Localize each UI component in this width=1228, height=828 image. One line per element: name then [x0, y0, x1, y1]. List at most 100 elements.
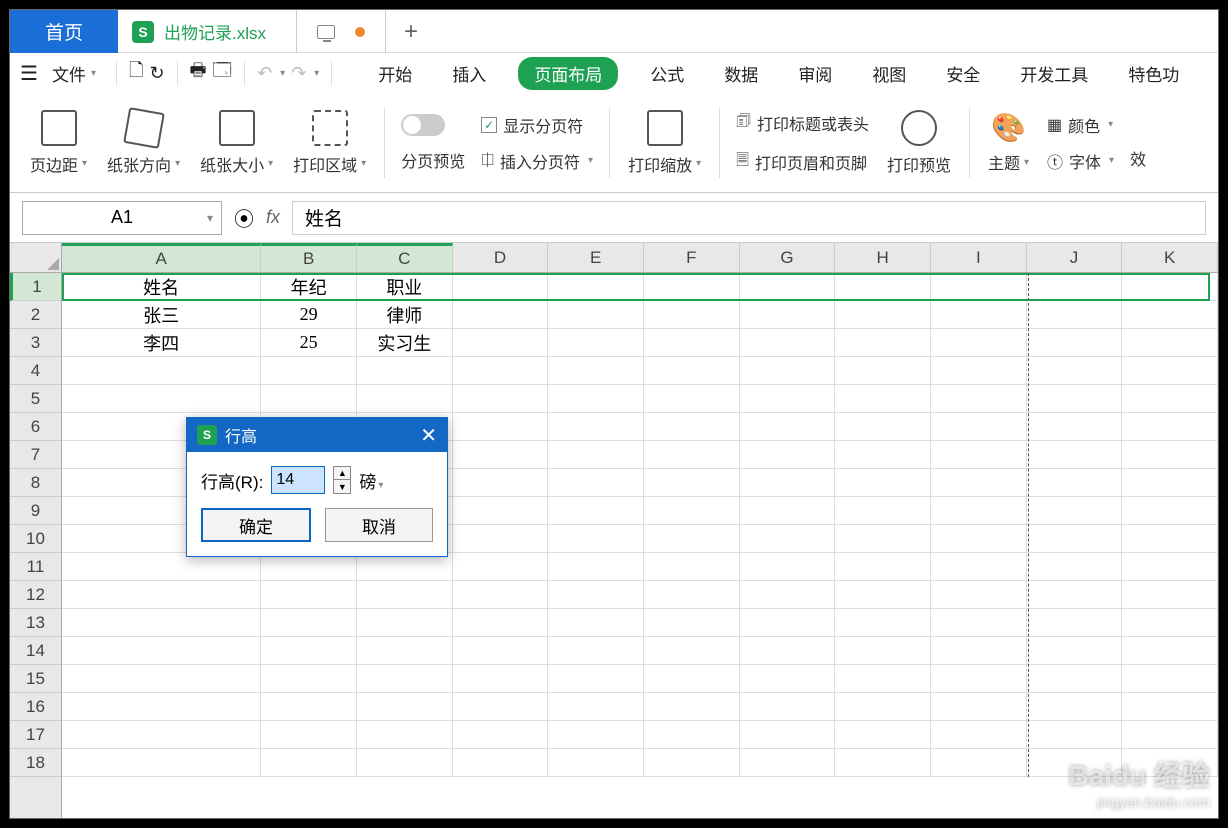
cell[interactable]: 25 [261, 329, 357, 357]
ribbon-orientation[interactable]: 纸张方向▾ [97, 98, 190, 188]
cell[interactable] [453, 721, 549, 749]
cell[interactable] [835, 665, 931, 693]
cell[interactable] [644, 581, 740, 609]
cell[interactable]: 李四 [62, 329, 261, 357]
ribbon-insert-break[interactable]: ⎅插入分页符▾ [481, 149, 593, 173]
cell[interactable] [644, 525, 740, 553]
cell[interactable] [931, 469, 1027, 497]
cell[interactable] [740, 609, 836, 637]
cell[interactable] [1122, 721, 1218, 749]
menu-3[interactable]: 公式 [642, 57, 692, 90]
row-header[interactable]: 14 [10, 637, 61, 665]
cell[interactable] [1027, 469, 1123, 497]
row-header[interactable]: 16 [10, 693, 61, 721]
cell[interactable] [835, 581, 931, 609]
cell[interactable] [740, 441, 836, 469]
ribbon-theme[interactable]: 🎨 主题▾ [978, 98, 1039, 188]
cell[interactable] [740, 749, 836, 777]
cell[interactable]: 实习生 [357, 329, 453, 357]
col-header-I[interactable]: I [931, 243, 1027, 272]
cell[interactable] [835, 385, 931, 413]
cell[interactable] [644, 637, 740, 665]
cell[interactable]: 姓名 [62, 273, 261, 301]
cell[interactable] [835, 329, 931, 357]
ribbon-toggle-preview[interactable] [401, 114, 465, 136]
cell[interactable] [62, 609, 261, 637]
cell[interactable] [261, 553, 357, 581]
col-header-H[interactable]: H [835, 243, 931, 272]
cell[interactable] [62, 357, 261, 385]
cell[interactable] [357, 693, 453, 721]
cell[interactable] [740, 637, 836, 665]
cell[interactable] [644, 497, 740, 525]
cell[interactable] [548, 581, 644, 609]
row-header[interactable]: 8 [10, 469, 61, 497]
ribbon-effect[interactable]: 效 [1130, 146, 1146, 170]
cell[interactable] [261, 721, 357, 749]
cell[interactable] [548, 721, 644, 749]
cell[interactable] [740, 665, 836, 693]
cell[interactable] [644, 385, 740, 413]
menu-9[interactable]: 特色功 [1120, 57, 1187, 90]
col-header-E[interactable]: E [548, 243, 644, 272]
ribbon-color[interactable]: ▦颜色▾ [1047, 113, 1114, 137]
cell[interactable] [261, 749, 357, 777]
cell[interactable] [548, 273, 644, 301]
cell[interactable] [1027, 357, 1123, 385]
cell[interactable] [548, 693, 644, 721]
cell[interactable] [1027, 329, 1123, 357]
cell[interactable] [548, 637, 644, 665]
cell[interactable] [1122, 413, 1218, 441]
cell[interactable] [357, 637, 453, 665]
cell[interactable] [931, 581, 1027, 609]
row-header[interactable]: 17 [10, 721, 61, 749]
row-header[interactable]: 15 [10, 665, 61, 693]
cell[interactable] [453, 525, 549, 553]
menu-0[interactable]: 开始 [370, 57, 420, 90]
row-header[interactable]: 6 [10, 413, 61, 441]
cell[interactable] [1027, 413, 1123, 441]
menu-1[interactable]: 插入 [444, 57, 494, 90]
cell[interactable] [835, 721, 931, 749]
cell[interactable] [1122, 273, 1218, 301]
menu-2[interactable]: 页面布局 [518, 57, 618, 90]
ribbon-print-scale[interactable]: 打印缩放▾ [618, 98, 711, 188]
row-header[interactable]: 5 [10, 385, 61, 413]
cell[interactable] [453, 441, 549, 469]
cell[interactable] [1027, 497, 1123, 525]
cell[interactable] [835, 357, 931, 385]
spinner-down-icon[interactable]: ▼ [334, 480, 350, 493]
cell[interactable] [548, 553, 644, 581]
cell[interactable] [644, 301, 740, 329]
row-header[interactable]: 12 [10, 581, 61, 609]
cell[interactable] [548, 497, 644, 525]
cell[interactable] [1122, 637, 1218, 665]
col-header-K[interactable]: K [1122, 243, 1218, 272]
cell[interactable] [453, 581, 549, 609]
cell[interactable] [62, 665, 261, 693]
cell[interactable]: 职业 [357, 273, 453, 301]
cell[interactable] [62, 553, 261, 581]
cell[interactable] [835, 609, 931, 637]
cell[interactable] [931, 721, 1027, 749]
row-header[interactable]: 9 [10, 497, 61, 525]
cell[interactable] [548, 441, 644, 469]
cell[interactable] [1122, 553, 1218, 581]
cell[interactable] [1027, 301, 1123, 329]
cell[interactable] [548, 329, 644, 357]
cell[interactable] [62, 385, 261, 413]
cell[interactable] [740, 357, 836, 385]
col-header-B[interactable]: B [261, 243, 357, 272]
cell[interactable] [357, 553, 453, 581]
menu-4[interactable]: 数据 [716, 57, 766, 90]
cell[interactable] [548, 357, 644, 385]
print-preview-icon[interactable]: 🗔 [213, 58, 233, 88]
cell[interactable] [931, 413, 1027, 441]
cell[interactable] [644, 329, 740, 357]
row-header[interactable]: 10 [10, 525, 61, 553]
cell[interactable] [835, 693, 931, 721]
cell[interactable] [740, 693, 836, 721]
cell[interactable] [931, 693, 1027, 721]
col-header-A[interactable]: A [62, 243, 261, 272]
cell[interactable] [453, 497, 549, 525]
